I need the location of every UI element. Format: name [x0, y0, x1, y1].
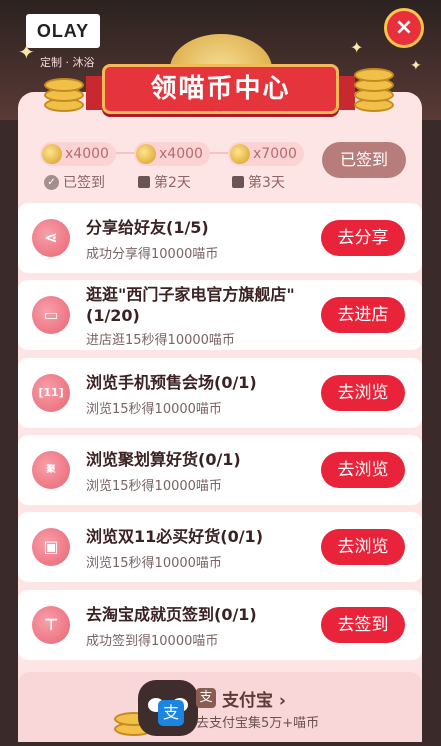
share-button[interactable]: 去分享 [321, 220, 405, 256]
shopping-bag-icon: ▣ [32, 528, 70, 566]
task-card-taobao: ⊤ 去淘宝成就页签到(0/1) 成功签到得10000喵币 去签到 [18, 590, 422, 660]
lock-icon [138, 176, 150, 188]
task-card-share: ⋖ 分享给好友(1/5) 成功分享得10000喵币 去分享 [18, 203, 422, 273]
alipay-logo-icon: 支 [196, 688, 216, 708]
browse-button[interactable]: 去浏览 [321, 529, 405, 565]
task-desc: 浏览15秒得10000喵币 [86, 556, 222, 571]
coin-stack-icon [346, 56, 402, 112]
task-desc: 进店逛15秒得10000喵币 [86, 333, 235, 348]
share-icon: ⋖ [32, 219, 70, 257]
checkin-button[interactable]: 去签到 [321, 607, 405, 643]
star-icon: ✦ [350, 38, 364, 57]
signed-in-button[interactable]: 已签到 [322, 142, 406, 178]
visit-store-button[interactable]: 去进店 [321, 297, 405, 333]
day-status: 第3天 [248, 175, 285, 191]
coin-amount: x7000 [253, 146, 297, 162]
task-title: 分享给好友(1/5) [86, 218, 209, 237]
task-desc: 浏览15秒得10000喵币 [86, 402, 222, 417]
coin-icon [136, 144, 156, 164]
checkin-day-3: x7000 第3天 [228, 142, 308, 192]
task-title: 去淘宝成就页签到(0/1) [86, 605, 257, 624]
lock-icon [232, 176, 244, 188]
browse-button[interactable]: 去浏览 [321, 452, 405, 488]
star-icon: ✦ [18, 40, 35, 64]
store-icon: ▭ [32, 296, 70, 334]
coin-icon [42, 144, 62, 164]
alipay-promo[interactable]: 支 [18, 672, 422, 742]
close-button[interactable]: × [384, 8, 424, 48]
star-icon: ✦ [410, 58, 422, 74]
page-title: 领喵币中心 [102, 64, 339, 114]
phone-sale-icon: [11] [32, 374, 70, 412]
task-card-double11: ▣ 浏览双11必买好货(0/1) 浏览15秒得10000喵币 去浏览 [18, 512, 422, 582]
task-title: 浏览聚划算好货(0/1) [86, 450, 241, 469]
coin-amount: x4000 [65, 146, 109, 162]
checkin-day-2: x4000 第2天 [134, 142, 214, 192]
task-title: 逛逛"西门子家电官方旗舰店"(1/20) [86, 285, 295, 325]
task-card-store: ▭ 逛逛"西门子家电官方旗舰店"(1/20) 进店逛15秒得10000喵币 去进… [18, 280, 422, 350]
day-status: 已签到 [63, 175, 105, 191]
alipay-desc: 去支付宝集5万+喵币 [196, 716, 320, 731]
checkin-day-1: x4000 ✓ 已签到 [40, 142, 120, 192]
day-status: 第2天 [154, 175, 191, 191]
task-card-phone: [11] 浏览手机预售会场(0/1) 浏览15秒得10000喵币 去浏览 [18, 358, 422, 428]
alipay-link[interactable]: 支付宝 › [222, 686, 286, 711]
juhuasuan-icon: 聚 [32, 451, 70, 489]
task-title: 浏览手机预售会场(0/1) [86, 373, 257, 392]
brand-logo: OLAY [26, 14, 100, 48]
task-title: 浏览双11必买好货(0/1) [86, 527, 264, 546]
coin-amount: x4000 [159, 146, 203, 162]
task-card-juhuasuan: 聚 浏览聚划算好货(0/1) 浏览15秒得10000喵币 去浏览 [18, 435, 422, 505]
brand-subtext: 定制 · 沐浴 [40, 56, 95, 69]
shirt-icon: ⊤ [32, 606, 70, 644]
task-desc: 浏览15秒得10000喵币 [86, 479, 222, 494]
task-desc: 成功分享得10000喵币 [86, 247, 219, 262]
browse-button[interactable]: 去浏览 [321, 375, 405, 411]
task-desc: 成功签到得10000喵币 [86, 634, 219, 649]
check-icon: ✓ [44, 174, 59, 190]
alipay-small-icon: 支 [158, 700, 184, 726]
coin-icon [230, 144, 250, 164]
coin-stack-icon [38, 70, 94, 114]
